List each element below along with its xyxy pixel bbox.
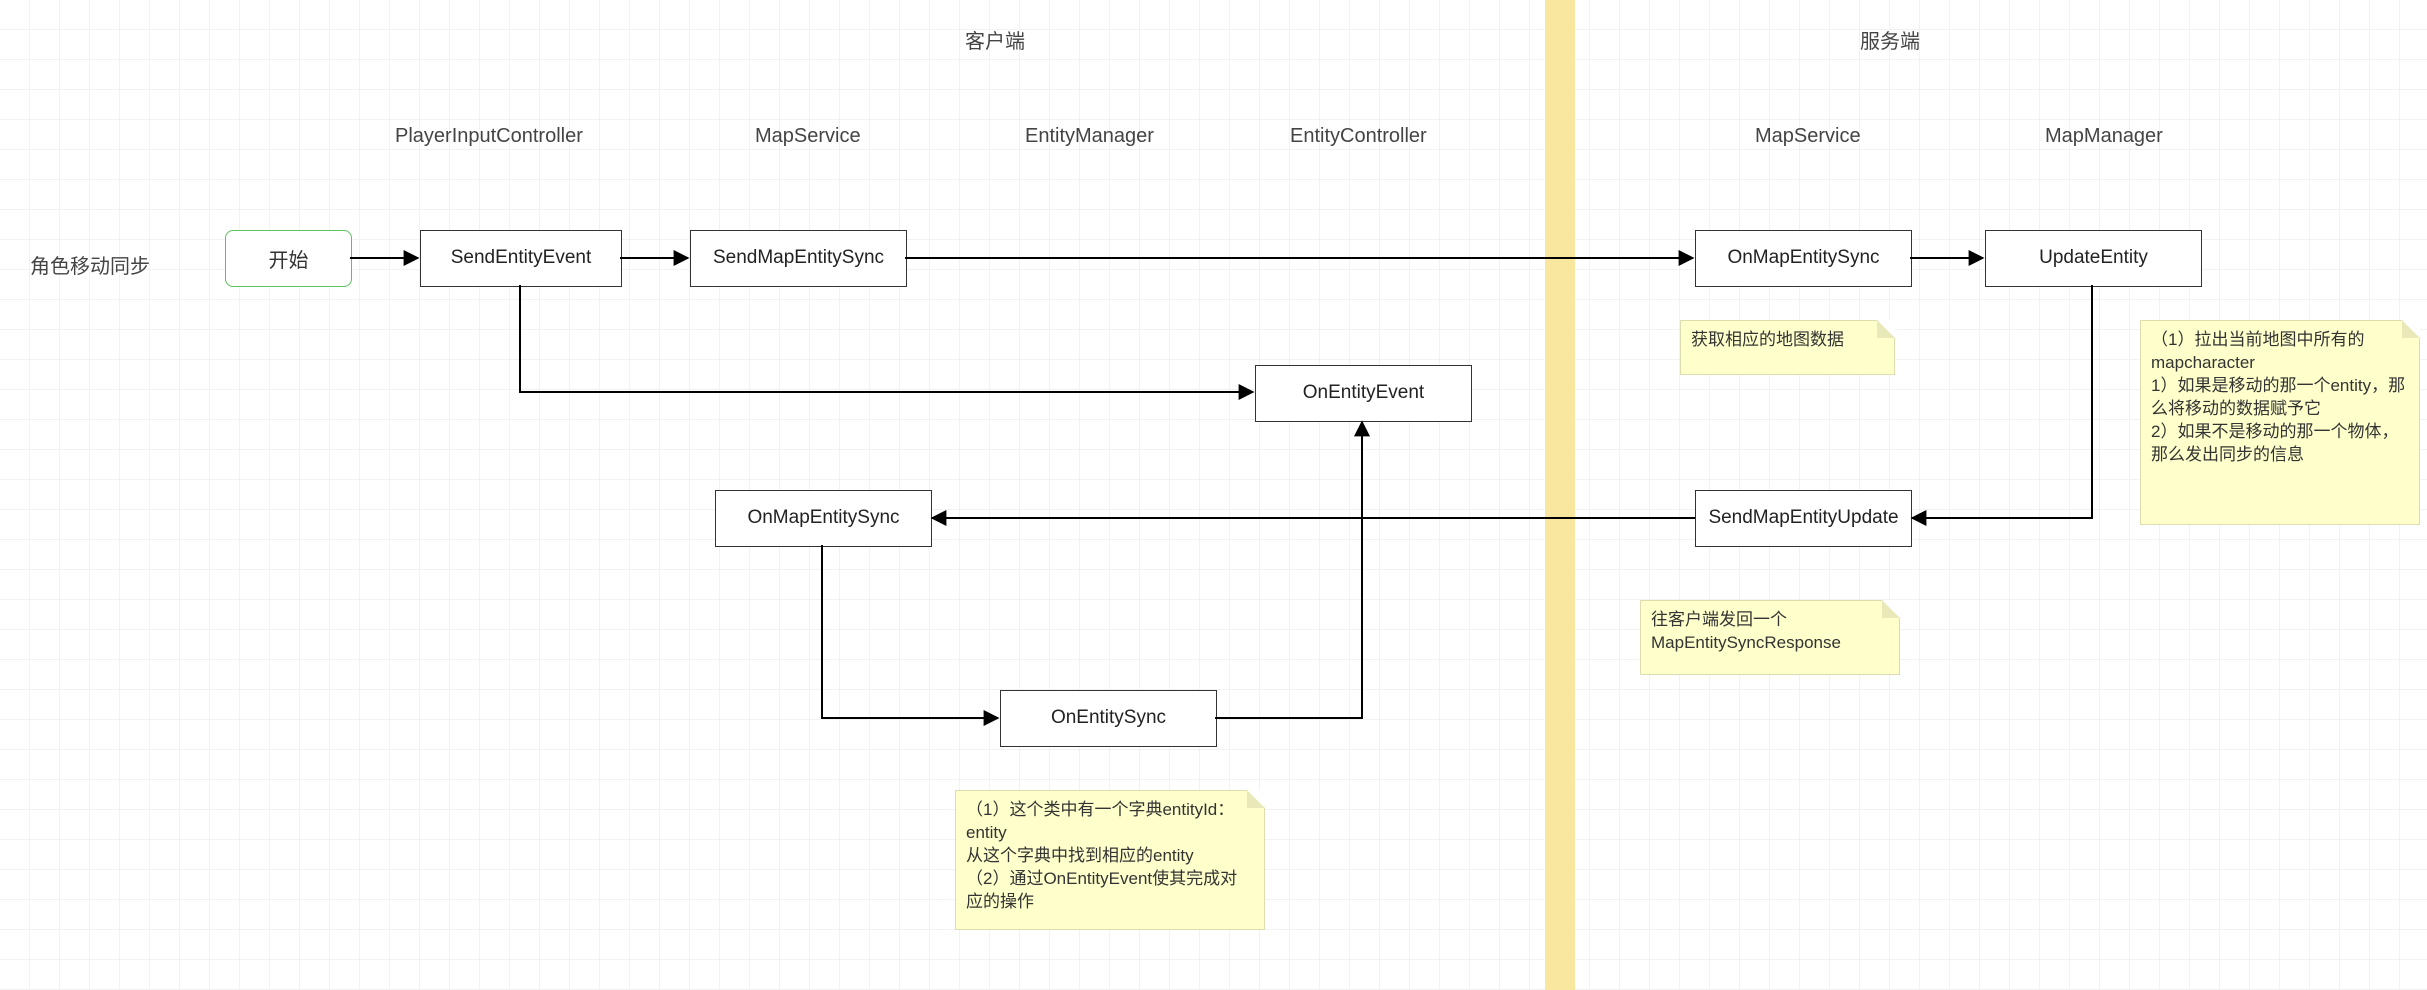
col-mapservice-client: MapService bbox=[755, 125, 861, 148]
col-map-manager: MapManager bbox=[2045, 125, 2163, 148]
note-update-entity: （1）拉出当前地图中所有的mapcharacter 1）如果是移动的那一个ent… bbox=[2140, 320, 2420, 525]
box-send-map-entity-sync: SendMapEntitySync bbox=[690, 230, 907, 287]
box-on-entity-event: OnEntityEvent bbox=[1255, 365, 1472, 422]
diagram-canvas: 客户端 服务端 PlayerInputController MapService… bbox=[0, 0, 2427, 990]
box-send-entity-event: SendEntityEvent bbox=[420, 230, 622, 287]
start-node: 开始 bbox=[225, 230, 352, 287]
note-text: 获取相应的地图数据 bbox=[1691, 330, 1844, 349]
note-send-back: 往客户端发回一个 MapEntitySyncResponse bbox=[1640, 600, 1900, 675]
section-label-server: 服务端 bbox=[1860, 25, 1920, 54]
note-on-entity-sync: （1）这个类中有一个字典entityId：entity 从这个字典中找到相应的e… bbox=[955, 790, 1265, 930]
box-on-map-entity-sync-server: OnMapEntitySync bbox=[1695, 230, 1912, 287]
col-mapservice-server: MapService bbox=[1755, 125, 1861, 148]
note-get-map-data: 获取相应的地图数据 bbox=[1680, 320, 1895, 375]
box-on-map-entity-sync-client: OnMapEntitySync bbox=[715, 490, 932, 547]
col-entity-controller: EntityController bbox=[1290, 125, 1427, 148]
section-label-client: 客户端 bbox=[965, 25, 1025, 54]
box-update-entity: UpdateEntity bbox=[1985, 230, 2202, 287]
box-on-entity-sync: OnEntitySync bbox=[1000, 690, 1217, 747]
note-text: （1）这个类中有一个字典entityId：entity 从这个字典中找到相应的e… bbox=[966, 800, 1237, 911]
note-text: （1）拉出当前地图中所有的mapcharacter 1）如果是移动的那一个ent… bbox=[2151, 330, 2405, 464]
box-send-map-entity-update: SendMapEntityUpdate bbox=[1695, 490, 1912, 547]
row-label: 角色移动同步 bbox=[30, 250, 150, 279]
col-player-input: PlayerInputController bbox=[395, 125, 583, 148]
note-text: 往客户端发回一个 MapEntitySyncResponse bbox=[1651, 610, 1841, 652]
client-server-divider bbox=[1545, 0, 1575, 990]
col-entity-manager: EntityManager bbox=[1025, 125, 1154, 148]
